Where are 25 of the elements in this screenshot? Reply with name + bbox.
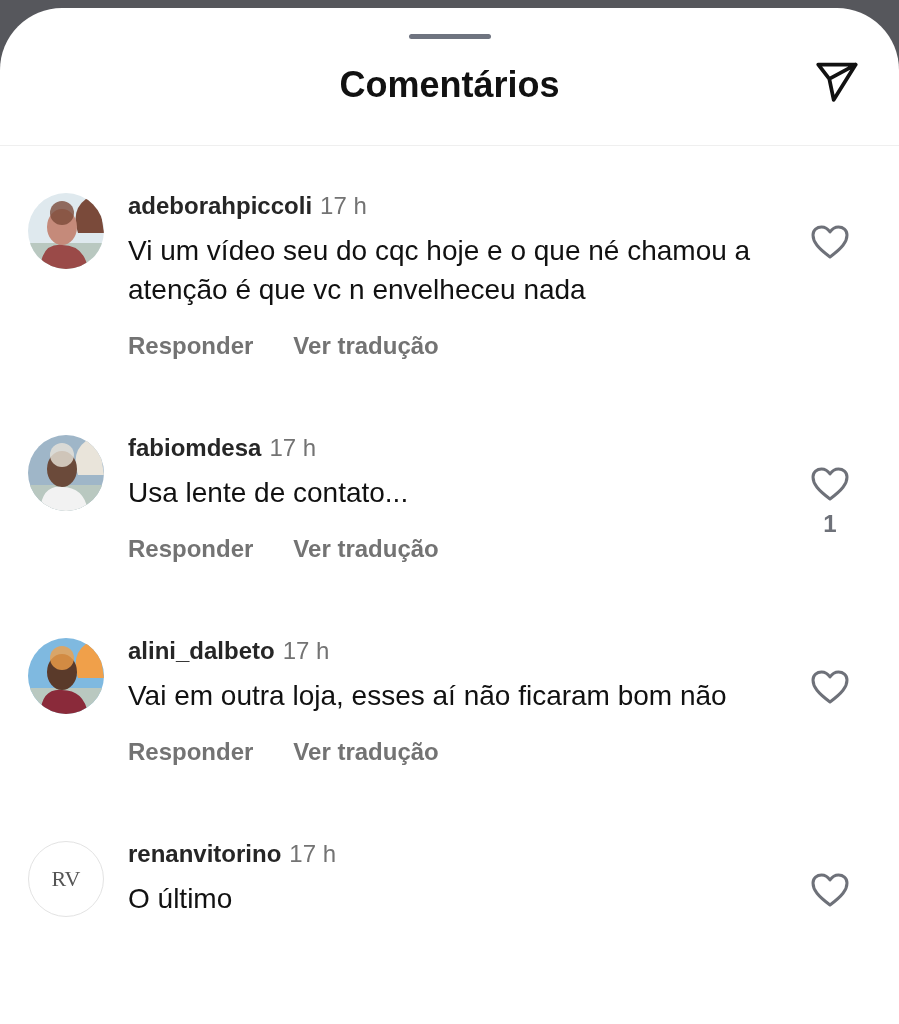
comment-time: 17 h: [289, 840, 337, 867]
comment-text: Vi um vídeo seu do cqc hoje e o que né chamou a atenção é que vc n envelheceu nada: [128, 234, 752, 307]
comment-time: 17 h: [282, 637, 330, 664]
comment-time: 17 h: [269, 434, 317, 461]
username[interactable]: fabiomdesa: [128, 434, 262, 461]
comment-time: 17 h: [320, 192, 367, 219]
heart-icon[interactable]: [810, 224, 850, 260]
drag-handle[interactable]: [408, 34, 491, 39]
comment-action-link[interactable]: Ver tradução: [293, 330, 439, 362]
heart-icon[interactable]: [810, 466, 850, 502]
comment-text: Usa lente de contato...: [128, 476, 410, 510]
username[interactable]: alini_dalbeto: [128, 637, 275, 664]
like-count: 1: [823, 510, 837, 538]
username[interactable]: adeborahpiccoli: [128, 192, 313, 219]
comment-text: O último: [128, 882, 234, 916]
comment-action-link[interactable]: Responder: [128, 533, 254, 565]
comment-action-link[interactable]: Ver tradução: [293, 533, 439, 565]
comment-action-link[interactable]: Responder: [128, 736, 254, 768]
username[interactable]: renanvitorino: [128, 840, 282, 867]
sheet-title: Comentários: [339, 64, 560, 106]
comment-action-link[interactable]: Responder: [128, 330, 254, 362]
comment-text: Vai em outra loja, esses aí não ficaram bom não: [128, 679, 728, 713]
heart-icon[interactable]: [810, 669, 850, 705]
comment-action-link[interactable]: Ver tradução: [293, 736, 439, 768]
heart-icon[interactable]: [810, 872, 850, 908]
